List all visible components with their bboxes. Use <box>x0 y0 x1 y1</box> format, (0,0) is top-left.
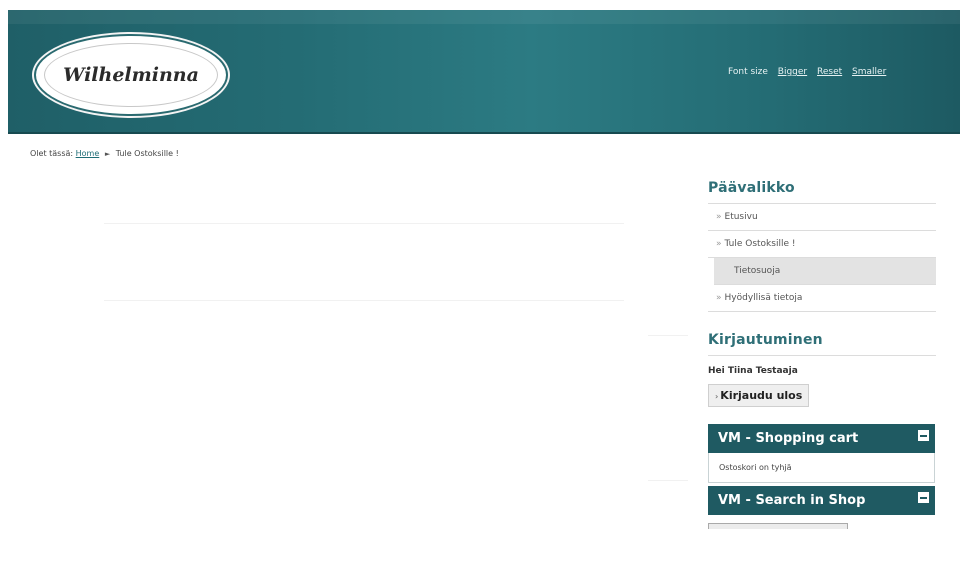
font-size-label: Font size <box>728 67 768 77</box>
shopping-cart-header: VM - Shopping cart <box>708 424 935 453</box>
bullet-icon: » <box>716 239 722 249</box>
menu-item-tietosuoja[interactable]: Tietosuoja <box>714 258 936 285</box>
content-faint-line <box>104 223 624 224</box>
bullet-icon: » <box>716 293 722 303</box>
search-module: VM - Search in Shop <box>708 486 935 529</box>
content-faint-line <box>648 480 688 481</box>
menu-item-label: Etusivu <box>724 212 758 222</box>
login-greeting: Hei Tiina Testaaja <box>708 366 798 376</box>
menu-item-etusivu[interactable]: » Etusivu <box>708 204 936 231</box>
main-content <box>8 175 688 575</box>
sidebar: Päävalikko » Etusivu » Tule Ostoksille ! T… <box>708 180 936 529</box>
menu-item-tule-ostoksille[interactable]: » Tule Ostoksille ! <box>708 231 936 258</box>
menu-item-label: Tule Ostoksille ! <box>724 239 796 249</box>
arrow-icon: › <box>715 392 719 401</box>
breadcrumb-separator-icon: ► <box>104 150 111 158</box>
collapse-icon[interactable] <box>918 430 929 441</box>
breadcrumb-home-link[interactable]: Home <box>76 149 100 158</box>
breadcrumb: Olet tässä: Home ► Tule Ostoksille ! <box>30 149 179 158</box>
font-bigger-link[interactable]: Bigger <box>778 67 807 77</box>
breadcrumb-current: Tule Ostoksille ! <box>115 149 179 158</box>
login-title: Kirjautuminen <box>708 332 936 356</box>
bullet-icon: » <box>716 212 722 222</box>
font-smaller-link[interactable]: Smaller <box>852 67 886 77</box>
font-size-controls: Font size Bigger Reset Smaller <box>728 67 886 77</box>
top-strip <box>0 0 960 10</box>
shopping-cart-body: Ostoskori on tyhjä <box>708 453 935 483</box>
breadcrumb-prefix: Olet tässä: <box>30 149 74 158</box>
menu-item-hyodyllisa-tietoja[interactable]: » Hyödyllisä tietoja <box>708 285 936 312</box>
menu-item-label: Hyödyllisä tietoja <box>724 293 803 303</box>
cart-empty-text: Ostoskori on tyhjä <box>719 463 792 472</box>
font-reset-link[interactable]: Reset <box>817 67 842 77</box>
logout-label: Kirjaudu ulos <box>720 389 803 402</box>
logout-button[interactable]: › Kirjaudu ulos <box>708 384 810 407</box>
site-logo[interactable]: Wilhelminna <box>38 38 224 112</box>
collapse-icon[interactable] <box>918 492 929 503</box>
content-faint-line <box>648 335 688 336</box>
search-module-title: VM - Search in Shop <box>718 493 866 508</box>
logo-text: Wilhelminna <box>63 64 199 86</box>
search-input[interactable] <box>708 523 848 529</box>
main-menu: » Etusivu » Tule Ostoksille ! Tietosuoja »… <box>708 204 936 312</box>
site-header: Wilhelminna Font size Bigger Reset Small… <box>8 10 960 134</box>
search-module-header: VM - Search in Shop <box>708 486 935 515</box>
main-menu-title: Päävalikko <box>708 180 936 204</box>
content-faint-line <box>104 300 624 301</box>
menu-item-label: Tietosuoja <box>734 266 781 276</box>
header-shade <box>8 10 960 24</box>
shopping-cart-module: VM - Shopping cart Ostoskori on tyhjä <box>708 424 935 483</box>
shopping-cart-title: VM - Shopping cart <box>718 431 859 446</box>
